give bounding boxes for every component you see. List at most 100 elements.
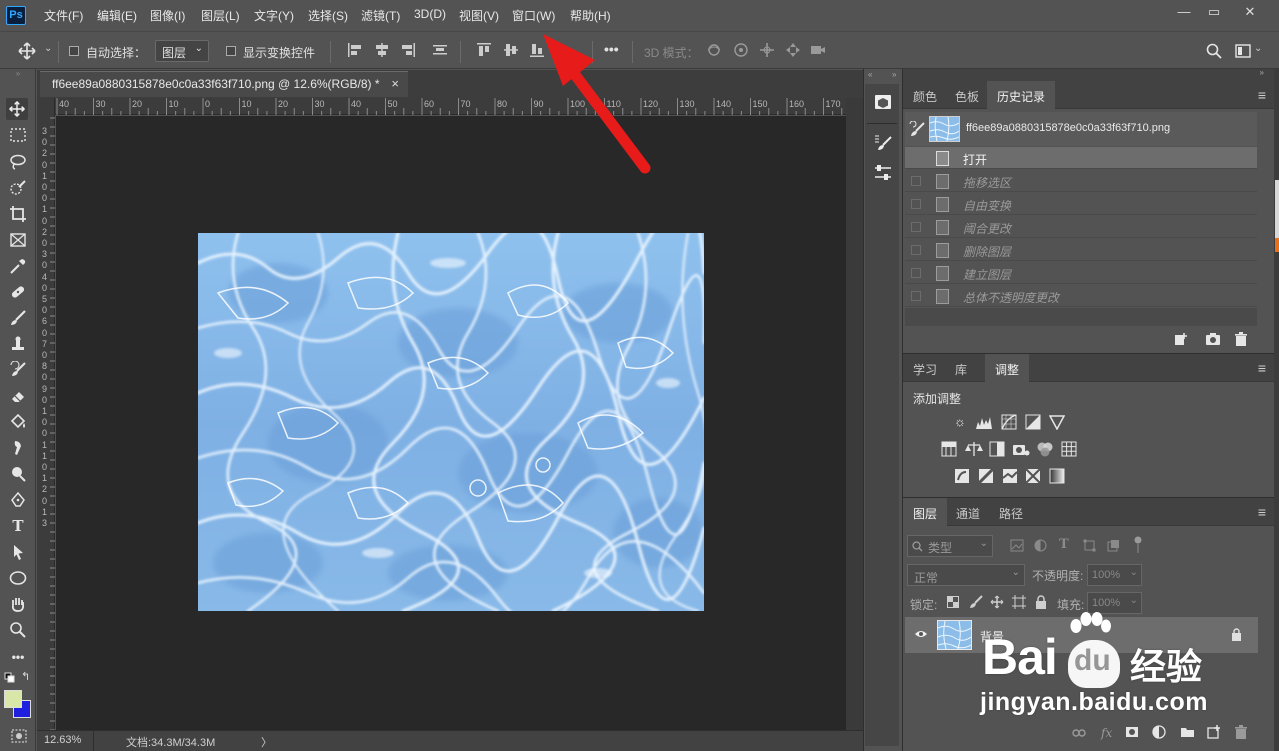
history-source-checkbox[interactable] (911, 245, 921, 255)
foreground-color-swatch[interactable] (4, 690, 22, 708)
swap-colors-icon[interactable]: ↰ (21, 670, 30, 683)
menu-filter[interactable]: 滤镜(T) (361, 7, 400, 24)
new-adjustment-layer-icon[interactable] (1152, 725, 1166, 739)
history-source-checkbox[interactable] (911, 268, 921, 278)
tab-history[interactable]: 历史记录 (987, 81, 1056, 109)
water-texture-image[interactable] (198, 233, 704, 611)
expand-panels-icon[interactable]: » (892, 70, 896, 79)
horizontal-ruler[interactable]: 40 30 20 10 0 10 20 30 40 50 60 70 80 90 100 110 120 130 1… (55, 98, 846, 115)
more-tools-icon[interactable]: ••• (7, 646, 29, 668)
minimize-button[interactable]: — (1170, 3, 1198, 21)
gradient-map-icon[interactable] (1049, 468, 1065, 484)
new-group-folder-icon[interactable] (1180, 726, 1195, 738)
align-center-icon[interactable] (374, 42, 390, 58)
hue-saturation-icon[interactable] (941, 441, 957, 457)
link-layers-icon[interactable] (1072, 728, 1086, 738)
invert-icon[interactable] (954, 468, 970, 484)
eyedropper-tool-icon[interactable] (9, 257, 27, 275)
status-menu-arrow-icon[interactable]: 〉 (261, 734, 272, 750)
quick-selection-tool-icon[interactable] (9, 179, 27, 197)
show-transform-checkbox[interactable] (226, 46, 236, 56)
align-top-icon[interactable] (476, 42, 492, 58)
menu-help[interactable]: 帮助(H) (570, 7, 611, 24)
ellipse-tool-icon[interactable] (9, 569, 27, 587)
align-right-icon[interactable] (400, 42, 416, 58)
panel-menu-icon[interactable]: ≡ (1258, 504, 1266, 520)
tab-adjustments[interactable]: 调整 (985, 354, 1030, 382)
panel-menu-icon[interactable]: ≡ (1258, 360, 1266, 376)
panel-menu-icon[interactable]: ≡ (1258, 87, 1266, 103)
lock-image-pixels-icon[interactable] (969, 595, 983, 609)
color-lookup-icon[interactable] (1061, 441, 1077, 457)
vertical-ruler[interactable]: 302010010203040506070809010011012013 (37, 98, 55, 731)
tab-swatches[interactable]: 色板 (945, 81, 989, 109)
menu-select[interactable]: 选择(S) (308, 7, 348, 24)
history-brush-source-icon[interactable] (909, 121, 925, 137)
frame-tool-icon[interactable] (9, 231, 27, 249)
close-window-button[interactable]: ✕ (1236, 3, 1264, 21)
3d-orbit-icon[interactable] (706, 42, 722, 58)
tab-libraries[interactable]: 库 (945, 354, 977, 382)
filter-type-layers-icon[interactable]: T (1059, 537, 1069, 552)
align-middle-icon[interactable] (503, 42, 519, 58)
history-state-open[interactable]: 打开 (905, 147, 1257, 169)
move-tool-icon[interactable] (6, 98, 28, 120)
brightness-contrast-icon[interactable]: ☼ (951, 414, 969, 430)
search-icon[interactable] (1206, 43, 1222, 59)
paint-bucket-tool-icon[interactable] (9, 413, 27, 431)
history-source-checkbox[interactable] (911, 291, 921, 301)
chevron-down-icon[interactable]: ⌄ (44, 43, 52, 54)
crop-tool-icon[interactable] (9, 205, 27, 223)
lock-transparent-pixels-icon[interactable] (947, 596, 959, 608)
collapse-toolbar-icon[interactable]: » (3, 70, 33, 78)
vibrance-icon[interactable] (1049, 414, 1065, 430)
color-balance-icon[interactable] (965, 441, 983, 457)
tab-learn[interactable]: 学习 (903, 354, 947, 382)
opacity-field[interactable]: 100% ⌄ (1087, 564, 1142, 586)
menu-edit[interactable]: 编辑(E) (97, 7, 137, 24)
channel-mixer-icon[interactable] (1036, 440, 1054, 458)
3d-pan-icon[interactable] (759, 42, 775, 58)
hand-tool-icon[interactable] (9, 595, 27, 613)
lock-all-icon[interactable] (1035, 595, 1047, 609)
history-source-checkbox[interactable] (911, 153, 921, 163)
canvas-scroll-gutter[interactable] (846, 98, 863, 730)
new-layer-icon[interactable] (1207, 725, 1221, 739)
eye-visibility-icon[interactable] (914, 629, 928, 639)
photo-filter-icon[interactable] (1012, 441, 1030, 457)
levels-icon[interactable] (975, 414, 993, 430)
lock-position-icon[interactable] (990, 595, 1004, 609)
quick-mask-icon[interactable] (11, 729, 27, 743)
camera-snapshot-icon[interactable] (1205, 332, 1221, 346)
history-source-checkbox[interactable] (911, 222, 921, 232)
auto-select-checkbox[interactable] (69, 46, 79, 56)
distribute-icon[interactable] (432, 42, 448, 58)
exposure-icon[interactable] (1025, 414, 1041, 430)
layer-style-fx-icon[interactable]: fx (1101, 726, 1112, 740)
menu-layer[interactable]: 图层(L) (201, 7, 240, 24)
menu-type[interactable]: 文字(Y) (254, 7, 294, 24)
lock-artboard-icon[interactable] (1012, 595, 1026, 609)
tab-color[interactable]: 颜色 (903, 81, 947, 109)
new-document-from-state-icon[interactable] (1174, 332, 1189, 346)
align-left-icon[interactable] (347, 42, 363, 58)
default-colors-icon[interactable] (4, 672, 16, 684)
posterize-icon[interactable] (978, 468, 994, 484)
3d-roll-icon[interactable] (733, 42, 749, 58)
history-state[interactable]: 删除图层 (905, 239, 1257, 261)
panel-scrollbar[interactable] (1274, 69, 1279, 751)
type-tool-icon[interactable]: T (7, 515, 29, 537)
workspace-icon[interactable] (1235, 43, 1251, 59)
close-document-icon[interactable]: × (391, 76, 399, 91)
marquee-tool-icon[interactable] (9, 127, 27, 143)
history-state[interactable]: 建立图层 (905, 262, 1257, 284)
menu-view[interactable]: 视图(V) (459, 7, 499, 24)
auto-select-target-dropdown[interactable]: 图层 ⌄ (155, 40, 209, 62)
blend-mode-dropdown[interactable]: 正常 ⌄ (907, 564, 1025, 586)
3d-cube-icon[interactable] (873, 93, 893, 111)
filter-adjustment-layers-icon[interactable] (1034, 539, 1047, 552)
fill-field[interactable]: 100% ⌄ (1087, 592, 1142, 614)
history-state[interactable]: 总体不透明度更改 (905, 285, 1257, 307)
history-source-checkbox[interactable] (911, 199, 921, 209)
pen-tool-icon[interactable] (9, 491, 27, 509)
